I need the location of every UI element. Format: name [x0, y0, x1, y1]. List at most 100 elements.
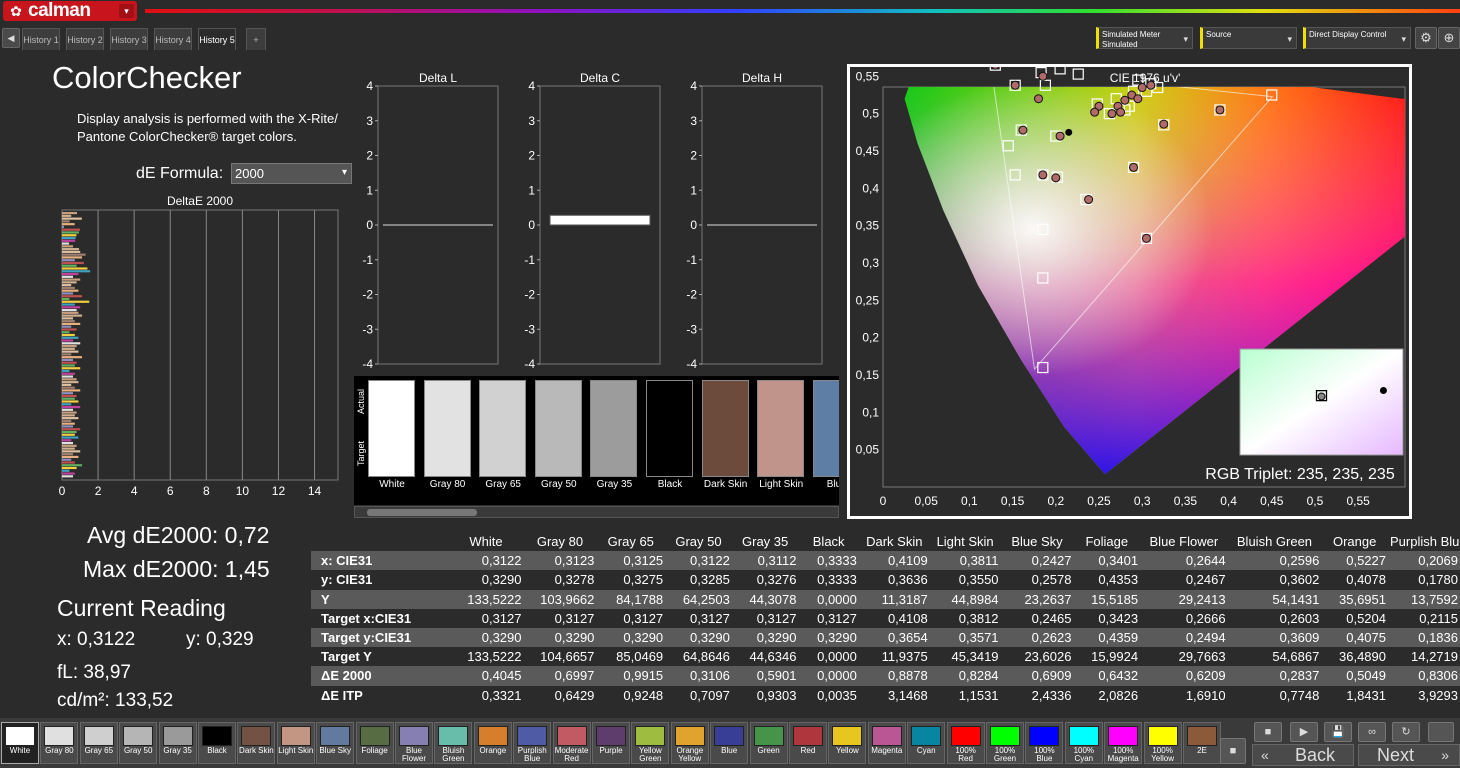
meter-selector[interactable]: Simulated Meter Simulated ▾	[1096, 27, 1193, 49]
avg-de: Avg dE2000: 0,72	[87, 522, 270, 548]
bottom-swatch-100-blue[interactable]: 100% Blue	[1025, 722, 1064, 764]
swatch-color	[911, 726, 942, 746]
deltae-bar	[62, 342, 81, 345]
pin-icon[interactable]: ⊕	[1438, 27, 1460, 49]
scrollbar-thumb[interactable]	[367, 509, 477, 516]
swatch	[479, 380, 527, 477]
bottom-swatch-100-cyan[interactable]: 100% Cyan	[1064, 722, 1103, 764]
bottom-swatch-blue[interactable]: Blue	[710, 722, 749, 764]
bottom-swatch-moderate-red[interactable]: Moderate Red	[552, 722, 591, 764]
bottom-swatch-black[interactable]: Black	[198, 722, 236, 764]
table-cell: 0,6997	[523, 666, 597, 686]
target-marker	[1072, 68, 1084, 80]
stop-button[interactable]: ■	[1254, 722, 1282, 742]
tab-history-5[interactable]: History 5	[198, 28, 236, 50]
table-row: ΔE 2000 0,4045 0,6997 0,9915 0,3106 0,5901 0,0…	[311, 666, 1460, 686]
bottom-swatch-red[interactable]: Red	[789, 722, 827, 764]
calman-logo[interactable]: ✿ calman ▾	[3, 0, 137, 21]
tab-prev-button[interactable]: ◀	[2, 28, 20, 48]
deltae-bar	[62, 369, 70, 373]
bottom-swatch-foliage[interactable]: Foliage	[355, 722, 394, 764]
tab-history-4[interactable]: History 4	[154, 28, 192, 50]
swatch-scrollbar[interactable]	[354, 506, 839, 518]
save-button[interactable]: 💾	[1324, 722, 1352, 742]
de-formula-select[interactable]: 2000 ▾	[231, 163, 352, 184]
loop-button[interactable]: ∞	[1358, 722, 1386, 742]
refresh-button[interactable]: ↻	[1392, 722, 1420, 742]
bottom-swatch-yellow[interactable]: Yellow	[828, 722, 867, 764]
deltae-bar	[62, 386, 75, 389]
swatch-label: 100% Red	[955, 746, 976, 763]
page-title: ColorChecker	[52, 60, 242, 95]
bottom-swatch-blue-flower[interactable]: Blue Flower	[395, 722, 433, 764]
swatch-color	[280, 726, 311, 746]
table-row: x: CIE31 0,3122 0,3123 0,3125 0,3122 0,3112 0,…	[311, 551, 1460, 571]
deltae-bar	[62, 444, 77, 447]
table-cell: 0,3285	[665, 570, 732, 590]
bottom-swatch-100-green[interactable]: 100% Green	[986, 722, 1024, 764]
table-cell: 64,2503	[665, 589, 732, 609]
swatch-label: Gray 65	[84, 746, 114, 755]
bottom-swatch-purple[interactable]: Purple	[592, 722, 630, 764]
bottom-swatch-gray-50[interactable]: Gray 50	[119, 722, 158, 764]
delta-bar	[549, 214, 651, 226]
deltae-plot-area	[61, 209, 339, 481]
stop-large-button[interactable]: ■	[1220, 738, 1246, 764]
table-cell: 0,3275	[596, 570, 666, 590]
bottom-swatch-100-magenta[interactable]: 100% Magenta	[1104, 722, 1143, 764]
play-button[interactable]: ▶	[1290, 722, 1318, 742]
tab-history-3[interactable]: History 3	[110, 28, 148, 50]
bottom-swatch-2e[interactable]: 2E	[1183, 722, 1221, 764]
cie-chart-panel: CIE 1976 u'v' 0 0,05 0,1 0,15 0,2 0,25 0,3 0,35…	[847, 59, 1412, 519]
table-cell: 0,2494	[1140, 627, 1228, 648]
bottom-swatch-100-yellow[interactable]: 100% Yellow	[1143, 722, 1182, 764]
bottom-swatch-100-red[interactable]: 100% Red	[946, 722, 985, 764]
cie-chart-title: CIE 1976 u'v'	[1110, 71, 1181, 85]
deltae-bar	[62, 264, 77, 267]
record-button[interactable]	[1428, 722, 1454, 742]
table-cell: 0,3550	[929, 570, 1001, 590]
page-description: Display analysis is performed with the X…	[77, 111, 338, 144]
bottom-swatch-bluish-green[interactable]: Bluish Green	[434, 722, 473, 764]
bottom-swatch-magenta[interactable]: Magenta	[867, 722, 906, 764]
swatch-color	[438, 726, 469, 746]
deltae-bar	[62, 306, 81, 309]
bottom-swatch-green[interactable]: Green	[749, 722, 788, 764]
display-control-selector[interactable]: Direct Display Control ▾	[1303, 27, 1411, 49]
bottom-swatch-orange[interactable]: Orange	[473, 722, 512, 764]
logo-dropdown-icon[interactable]: ▾	[119, 4, 134, 18]
back-button[interactable]: « Back	[1252, 744, 1354, 766]
bottom-swatch-yellow-green[interactable]: Yellow Green	[631, 722, 670, 764]
swatch-color	[517, 726, 548, 746]
deltae-bar	[62, 336, 79, 339]
table-cell: 2,4336	[1000, 685, 1074, 705]
y-tick-label: 4	[528, 79, 535, 93]
deltae-bar	[62, 242, 70, 245]
table-cell: 3,1468	[858, 685, 930, 705]
table-cell: 54,1431	[1227, 589, 1322, 609]
next-button[interactable]: Next »	[1358, 744, 1460, 766]
swatch-label: Black	[207, 746, 227, 755]
bottom-swatch-dark-skin[interactable]: Dark Skin	[237, 722, 276, 764]
deltae-bar	[62, 397, 75, 400]
table-cell: 133,5222	[448, 589, 524, 609]
bottom-swatch-gray-65[interactable]: Gray 65	[79, 722, 118, 764]
current-y: y: 0,329	[186, 629, 254, 650]
bottom-swatch-cyan[interactable]: Cyan	[907, 722, 946, 764]
x-tick-label: 0,05	[915, 494, 939, 508]
add-tab-button[interactable]: +	[246, 28, 266, 50]
table-cell: 0,2465	[1000, 608, 1074, 628]
bottom-swatch-blue-sky[interactable]: Blue Sky	[316, 722, 355, 764]
bottom-swatch-gray-80[interactable]: Gray 80	[40, 722, 79, 764]
bottom-swatch-gray-35[interactable]: Gray 35	[158, 722, 197, 764]
gear-icon[interactable]: ⚙	[1415, 27, 1437, 49]
bottom-swatch-light-skin[interactable]: Light Skin	[276, 722, 315, 764]
source-selector[interactable]: Source ▾	[1200, 27, 1297, 49]
swatch-color	[1029, 726, 1060, 746]
tab-history-2[interactable]: History 2	[66, 28, 104, 50]
table-cell: 0,8878	[858, 666, 930, 686]
bottom-swatch-orange-yellow[interactable]: Orange Yellow	[670, 722, 709, 764]
bottom-swatch-purplish-blue[interactable]: Purplish Blue	[513, 722, 552, 764]
bottom-swatch-white[interactable]: White	[1, 722, 39, 764]
tab-history-1[interactable]: History 1	[22, 28, 60, 50]
